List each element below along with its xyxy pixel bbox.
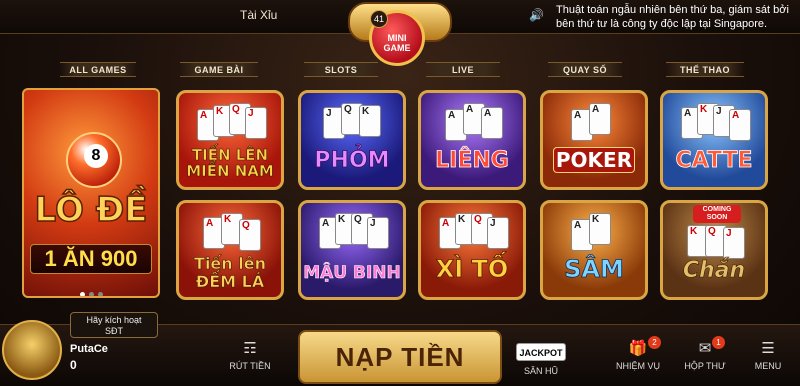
jackpot-icon: JACKPOT — [516, 343, 566, 361]
cards-icon: JQK — [319, 103, 389, 141]
tab-all-games[interactable]: ALL GAMES — [60, 62, 136, 77]
game-name: MẬU BINH — [303, 263, 401, 284]
cards-icon: AKQJ — [439, 213, 509, 251]
mini-game-badge: 41 — [370, 10, 388, 28]
featured-lode-card[interactable]: 8 LÔ ĐỀ 1 ĂN 900 — [22, 88, 160, 298]
tab-live[interactable]: LIVE — [426, 62, 500, 77]
cash-icon: ☶ — [243, 340, 257, 357]
cards-icon: AA — [561, 103, 631, 141]
game-name: Tiến lên ĐẾM LÁ — [194, 254, 267, 291]
mini-game-name[interactable]: Tài Xỉu — [240, 8, 277, 22]
tab-slots[interactable]: SLOTS — [304, 62, 378, 77]
activate-phone-button[interactable]: Hãy kích hoạt SĐT — [70, 312, 158, 338]
mailbox-label: HỘP THƯ — [684, 361, 726, 371]
game-tile-sam[interactable]: AK SÂM — [540, 200, 648, 300]
mini-game-label-top: MINI — [387, 33, 407, 43]
tab-game-bai[interactable]: GAME BÀI — [180, 62, 258, 77]
user-avatar[interactable] — [2, 320, 62, 380]
username: PutaCe — [70, 343, 108, 355]
cards-icon: AKQJ — [197, 103, 267, 141]
carousel-dot[interactable] — [79, 292, 85, 296]
lottery-ball-icon: 8 — [66, 132, 122, 188]
game-tile-phom[interactable]: JQK PHỎM — [298, 90, 406, 190]
notice-text: Thuật toán ngẫu nhiên bên thứ ba, giám s… — [556, 4, 789, 30]
missions-label: NHIỆM VỤ — [615, 361, 660, 371]
deposit-button[interactable]: NẠP TIỀN — [298, 330, 502, 384]
cards-icon: AKQ — [197, 213, 267, 251]
cards-icon: AKJA — [681, 103, 751, 141]
carousel-dots — [24, 284, 158, 296]
tab-the-thao[interactable]: THỂ THAO — [666, 62, 744, 77]
game-tile-xi-to[interactable]: AKQJ XÌ TỐ — [418, 200, 526, 300]
mini-game-label-bottom: GAME — [383, 43, 411, 53]
game-tile-mau-binh[interactable]: AKQJ MẬU BINH — [298, 200, 406, 300]
game-tile-tien-len-mien-nam[interactable]: AKQJ TIẾN LÊN MIỀN NAM — [176, 90, 284, 190]
hamburger-icon: ☰ — [761, 340, 775, 357]
game-tile-catte[interactable]: AKJA CATTE — [660, 90, 768, 190]
activate-label-phone: SĐT — [105, 326, 123, 336]
game-name: LIÊNG — [435, 148, 510, 174]
game-tile-chan[interactable]: COMING SOON KQJ Chắn — [660, 200, 768, 300]
coming-soon-badge: COMING SOON — [693, 205, 741, 223]
game-name: POKER — [553, 147, 635, 173]
balance: 0 — [70, 358, 77, 372]
tab-quay-so[interactable]: QUAY SỐ — [548, 62, 622, 77]
game-name: PHỎM — [314, 148, 390, 174]
game-name: XÌ TỐ — [435, 255, 509, 284]
cards-icon: AK — [561, 213, 631, 251]
ball-number: 8 — [84, 144, 108, 168]
game-name: CATTE — [675, 148, 753, 174]
withdraw-button[interactable]: ☶ RÚT TIỀN — [222, 340, 278, 371]
game-tile-lieng[interactable]: AAA LIÊNG — [418, 90, 526, 190]
game-name: TIẾN LÊN MIỀN NAM — [186, 146, 274, 180]
missions-badge: 2 — [648, 336, 661, 349]
cards-icon: AAA — [439, 103, 509, 141]
carousel-dot[interactable] — [88, 292, 94, 296]
cards-icon: AKQJ — [319, 213, 389, 251]
game-name: Chắn — [682, 258, 746, 284]
game-tile-poker[interactable]: AA POKER — [540, 90, 648, 190]
withdraw-label: RÚT TIỀN — [229, 361, 271, 371]
jackpot-button[interactable]: SĂN HŨ — [512, 366, 570, 376]
featured-title: LÔ ĐỀ — [34, 189, 148, 231]
coming-soon-line2: SOON — [706, 214, 728, 221]
menu-label: MENU — [754, 361, 782, 371]
activate-label: Hãy kích hoạt — [86, 315, 142, 325]
missions-button[interactable]: 🎁 2 NHIỆM VỤ — [610, 336, 666, 371]
mailbox-badge: 1 — [712, 336, 725, 349]
game-name: SÂM — [564, 255, 625, 284]
coming-soon-line1: COMING — [702, 206, 732, 213]
gift-icon: 🎁 — [628, 340, 648, 357]
jackpot-label: SĂN HŨ — [523, 366, 558, 376]
menu-button[interactable]: ☰ MENU — [744, 340, 792, 371]
game-tile-tien-len-dem-la[interactable]: AKQ Tiến lên ĐẾM LÁ — [176, 200, 284, 300]
speaker-icon: 🔊 — [529, 8, 544, 22]
carousel-dot[interactable] — [97, 292, 103, 296]
featured-ratio: 1 ĂN 900 — [30, 244, 152, 274]
mailbox-button[interactable]: ✉ 1 HỘP THƯ — [678, 336, 732, 371]
